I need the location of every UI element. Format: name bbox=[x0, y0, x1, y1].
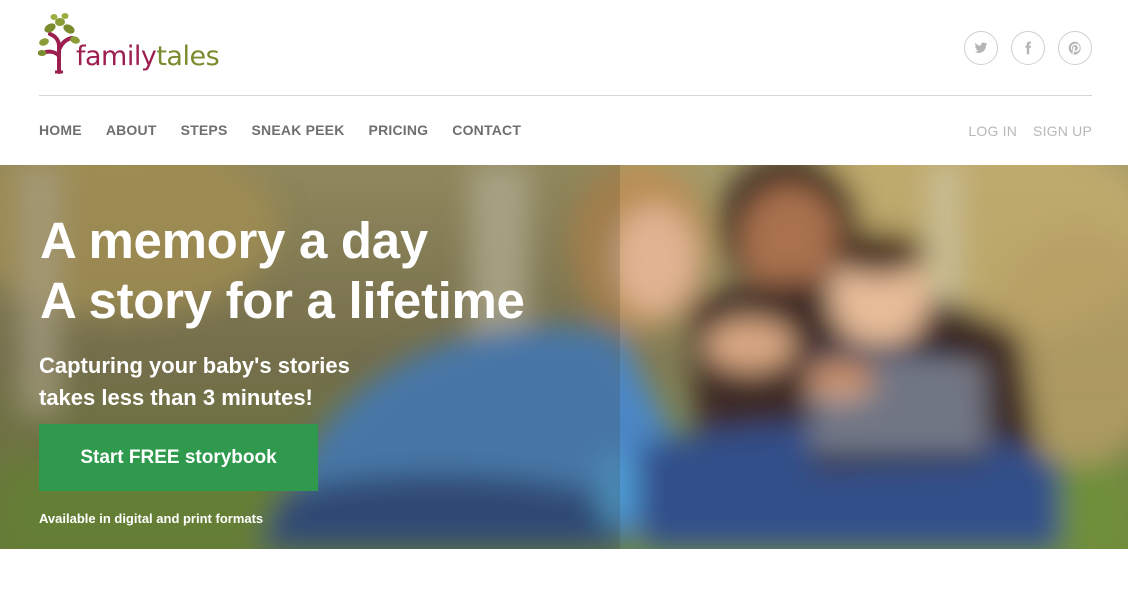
hero-title-line-1: A memory a day bbox=[40, 212, 428, 269]
facebook-icon bbox=[1025, 41, 1032, 55]
nav-item-contact[interactable]: CONTACT bbox=[452, 122, 521, 138]
header-divider bbox=[39, 95, 1092, 96]
twitter-button[interactable] bbox=[964, 31, 998, 65]
pinterest-icon bbox=[1068, 41, 1081, 55]
nav-item-pricing[interactable]: PRICING bbox=[369, 122, 429, 138]
twitter-icon bbox=[974, 42, 988, 53]
hero-title-line-2: A story for a lifetime bbox=[40, 272, 525, 329]
tree-icon bbox=[37, 12, 80, 74]
familytales-logo[interactable]: familytales bbox=[37, 8, 228, 74]
logo-tales-text: tales bbox=[156, 41, 220, 72]
hero-subtitle: Capturing your baby's stories takes less… bbox=[39, 350, 350, 414]
signup-link[interactable]: SIGN UP bbox=[1033, 123, 1092, 139]
hero-subtitle-line-1: Capturing your baby's stories bbox=[39, 353, 350, 378]
auth-links: LOG IN SIGN UP bbox=[968, 123, 1092, 139]
hero-banner: A memory a day A story for a lifetime Ca… bbox=[0, 165, 1128, 549]
logo-family-text: family bbox=[76, 41, 157, 72]
hero-title: A memory a day A story for a lifetime bbox=[40, 211, 525, 331]
login-link[interactable]: LOG IN bbox=[968, 123, 1017, 139]
nav-item-sneak-peek[interactable]: SNEAK PEEK bbox=[252, 122, 345, 138]
pinterest-button[interactable] bbox=[1058, 31, 1092, 65]
hero-subtitle-line-2: takes less than 3 minutes! bbox=[39, 385, 313, 410]
site-header: familytales bbox=[0, 0, 1128, 96]
nav-item-about[interactable]: ABOUT bbox=[106, 122, 157, 138]
nav-item-home[interactable]: HOME bbox=[39, 122, 82, 138]
start-free-storybook-button[interactable]: Start FREE storybook bbox=[39, 424, 318, 491]
logo-wordmark: familytales bbox=[76, 41, 220, 72]
main-nav: HOME ABOUT STEPS SNEAK PEEK PRICING CONT… bbox=[39, 122, 521, 138]
formats-note: Available in digital and print formats bbox=[39, 511, 264, 526]
social-links bbox=[964, 31, 1092, 65]
nav-item-steps[interactable]: STEPS bbox=[181, 122, 228, 138]
facebook-button[interactable] bbox=[1011, 31, 1045, 65]
